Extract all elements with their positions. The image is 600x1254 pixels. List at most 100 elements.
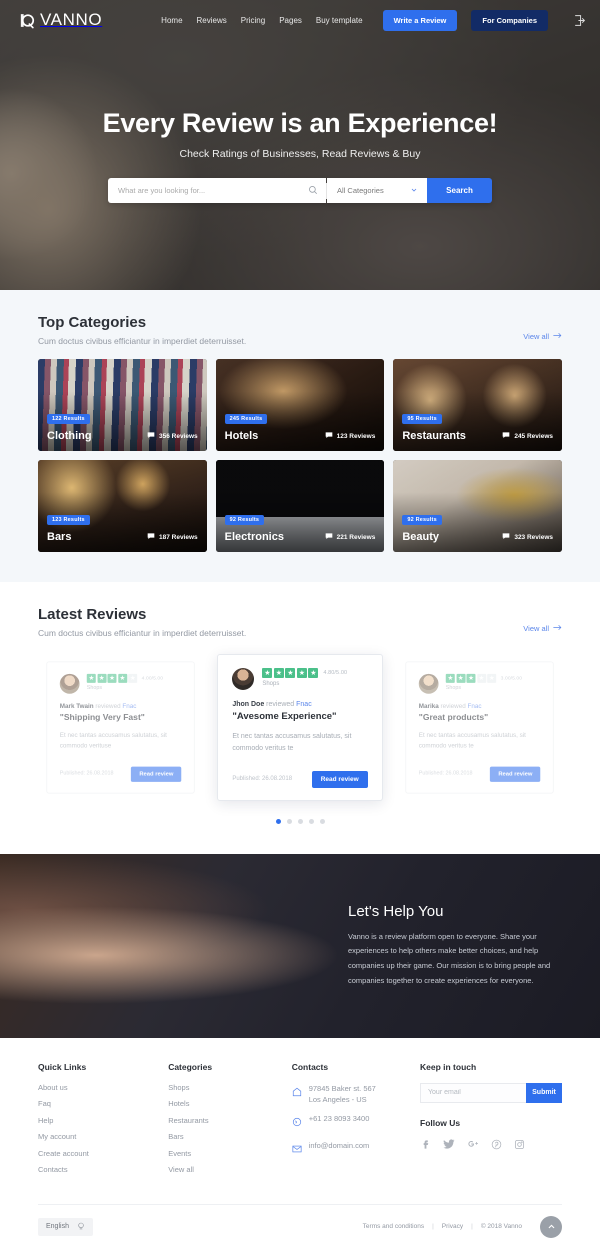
search-button[interactable]: Search (427, 178, 492, 203)
footer-link-about-us[interactable]: About us (38, 1083, 168, 1092)
twitter-icon[interactable] (443, 1137, 455, 1155)
category-results-badge: 92 Results (224, 515, 265, 525)
envelope-icon (292, 1141, 302, 1159)
footer-category-events[interactable]: Events (168, 1149, 292, 1158)
review-shop-label: Shops (262, 681, 280, 687)
star-icon-empty: ★ (486, 673, 496, 683)
footer-category-restaurants[interactable]: Restaurants (168, 1116, 292, 1125)
carousel-dot-4[interactable] (308, 818, 314, 824)
privacy-link[interactable]: Privacy (442, 1223, 463, 1230)
reviews-view-all-link[interactable]: View all (523, 606, 562, 633)
latest-reviews-subtitle: Cum doctus civibus efficiantur in imperd… (38, 628, 247, 638)
category-reviews-label: 221 Reviews (336, 533, 376, 541)
star-icon-filled: ★ (445, 673, 455, 683)
footer-quick-links: Quick Links About us Faq Help My account… (38, 1062, 168, 1182)
comment-icon (147, 431, 155, 441)
category-name: Electronics (224, 531, 284, 543)
rating-value: 4.80/5.00 (323, 670, 348, 676)
footer-link-help[interactable]: Help (38, 1116, 168, 1125)
read-review-button[interactable]: Read review (311, 770, 368, 788)
brand-logo[interactable]: VANNO (18, 10, 102, 30)
category-card-bars[interactable]: 123 Results Bars 187 Reviews (38, 460, 207, 552)
latest-reviews-header: Latest Reviews Cum doctus civibus effici… (38, 606, 562, 638)
category-results-badge: 95 Results (402, 414, 442, 424)
review-card-top: ★ ★ ★ ★ ★ 4.00/5.00 Shops (59, 673, 182, 694)
review-card-top: ★ ★ ★ ★ ★ 3.00/5.00 Shops (418, 673, 540, 694)
footer-category-hotels[interactable]: Hotels (168, 1099, 292, 1108)
for-companies-button[interactable]: For Companies (471, 9, 548, 31)
keep-in-touch-title: Keep in touch (420, 1061, 477, 1072)
footer-category-view-all[interactable]: View all (168, 1165, 292, 1174)
scroll-to-top-button[interactable] (540, 1215, 562, 1238)
newsletter-email-input[interactable] (420, 1082, 526, 1103)
category-reviews-label: 187 Reviews (158, 533, 198, 541)
contact-phone[interactable]: +61 23 8093 3400 (309, 1113, 370, 1124)
footer-link-contacts[interactable]: Contacts (38, 1165, 168, 1174)
review-published-date: Published: 26.08.2018 (59, 771, 114, 777)
carousel-dot-3[interactable] (297, 818, 303, 824)
review-body: Et nec tantas accusamus salutatus, sit c… (59, 732, 167, 750)
review-action: reviewed (266, 701, 295, 708)
category-reviews-count: 123 Reviews (325, 431, 375, 441)
nav-link-pricing[interactable]: Pricing (241, 16, 265, 25)
category-card-clothing[interactable]: 122 Results Clothing 356 Reviews (38, 359, 207, 451)
footer-link-my-account[interactable]: My account (38, 1132, 168, 1141)
category-reviews-count: 187 Reviews (147, 532, 198, 542)
review-footer: Published: 26.08.2018 Read review (59, 766, 182, 782)
language-selector[interactable]: English (38, 1217, 93, 1236)
search-icon[interactable] (308, 182, 318, 200)
category-card-restaurants[interactable]: 95 Results Restaurants 245 Reviews (393, 359, 562, 451)
nav-link-home[interactable]: Home (161, 16, 182, 25)
review-author: Jhon Doe (232, 701, 265, 708)
nav-link-pages[interactable]: Pages (279, 16, 302, 25)
category-card-beauty[interactable]: 92 Results Beauty 323 Reviews (393, 460, 562, 552)
read-review-button[interactable]: Read review (489, 766, 541, 782)
nav-link-reviews[interactable]: Reviews (197, 16, 227, 25)
category-name: Bars (47, 531, 72, 543)
footer-categories: Categories Shops Hotels Restaurants Bars… (168, 1062, 292, 1182)
search-input[interactable] (118, 186, 308, 195)
instagram-icon[interactable] (514, 1137, 525, 1155)
nav-links: Home Reviews Pricing Pages Buy template … (161, 9, 586, 31)
newsletter-submit-button[interactable]: Submit (526, 1082, 562, 1103)
carousel-dot-5[interactable] (319, 818, 325, 824)
footer-link-faq[interactable]: Faq (38, 1099, 168, 1108)
review-card[interactable]: ★ ★ ★ ★ ★ 4.80/5.00 Shops Jhon Doe revie… (217, 654, 383, 801)
write-review-button[interactable]: Write a Review (382, 9, 458, 31)
login-icon[interactable] (572, 13, 586, 27)
avatar (59, 673, 80, 694)
read-review-button[interactable]: Read review (131, 766, 182, 782)
star-icon-filled: ★ (107, 673, 117, 683)
footer-link-create-account[interactable]: Create account (38, 1149, 168, 1158)
social-links (420, 1137, 562, 1155)
google-plus-icon[interactable] (467, 1137, 479, 1155)
terms-link[interactable]: Terms and conditions (363, 1223, 424, 1230)
footer-category-shops[interactable]: Shops (168, 1083, 292, 1092)
home-icon (292, 1084, 302, 1102)
facebook-icon[interactable] (420, 1137, 431, 1155)
footer-category-bars[interactable]: Bars (168, 1132, 292, 1141)
category-select[interactable]: All Categories (327, 178, 427, 203)
review-card[interactable]: ★ ★ ★ ★ ★ 4.00/5.00 Shops Mark Twain rev… (46, 661, 196, 794)
review-company: Fnac (122, 703, 137, 710)
category-card-electronics[interactable]: 92 Results Electronics 221 Reviews (215, 460, 385, 552)
nav-link-buy-template[interactable]: Buy template (316, 16, 363, 25)
arrow-right-icon (553, 332, 562, 341)
category-card-hotels[interactable]: 245 Results Hotels 123 Reviews (215, 359, 385, 451)
contact-phone-row: +61 23 8093 3400 (292, 1113, 420, 1132)
comment-icon (502, 532, 510, 542)
hero-section: VANNO Home Reviews Pricing Pages Buy tem… (0, 0, 600, 290)
contact-address-row: 97845 Baker st. 567 Los Angeles - US (292, 1083, 420, 1106)
categories-view-all-link[interactable]: View all (523, 314, 562, 341)
review-shop-label: Shops (86, 685, 103, 692)
footer-columns: Quick Links About us Faq Help My account… (38, 1062, 562, 1182)
legal-links: Terms and conditions | Privacy | © 2018 … (363, 1215, 562, 1238)
carousel-dot-1[interactable] (275, 818, 281, 824)
contact-email[interactable]: info@domain.com (309, 1140, 370, 1151)
category-name: Clothing (47, 430, 92, 442)
pinterest-icon[interactable] (491, 1137, 502, 1155)
category-select-value: All Categories (337, 186, 384, 195)
review-card[interactable]: ★ ★ ★ ★ ★ 3.00/5.00 Shops Marika reviewe… (404, 661, 554, 794)
category-name: Restaurants (402, 430, 466, 442)
carousel-dot-2[interactable] (286, 818, 292, 824)
